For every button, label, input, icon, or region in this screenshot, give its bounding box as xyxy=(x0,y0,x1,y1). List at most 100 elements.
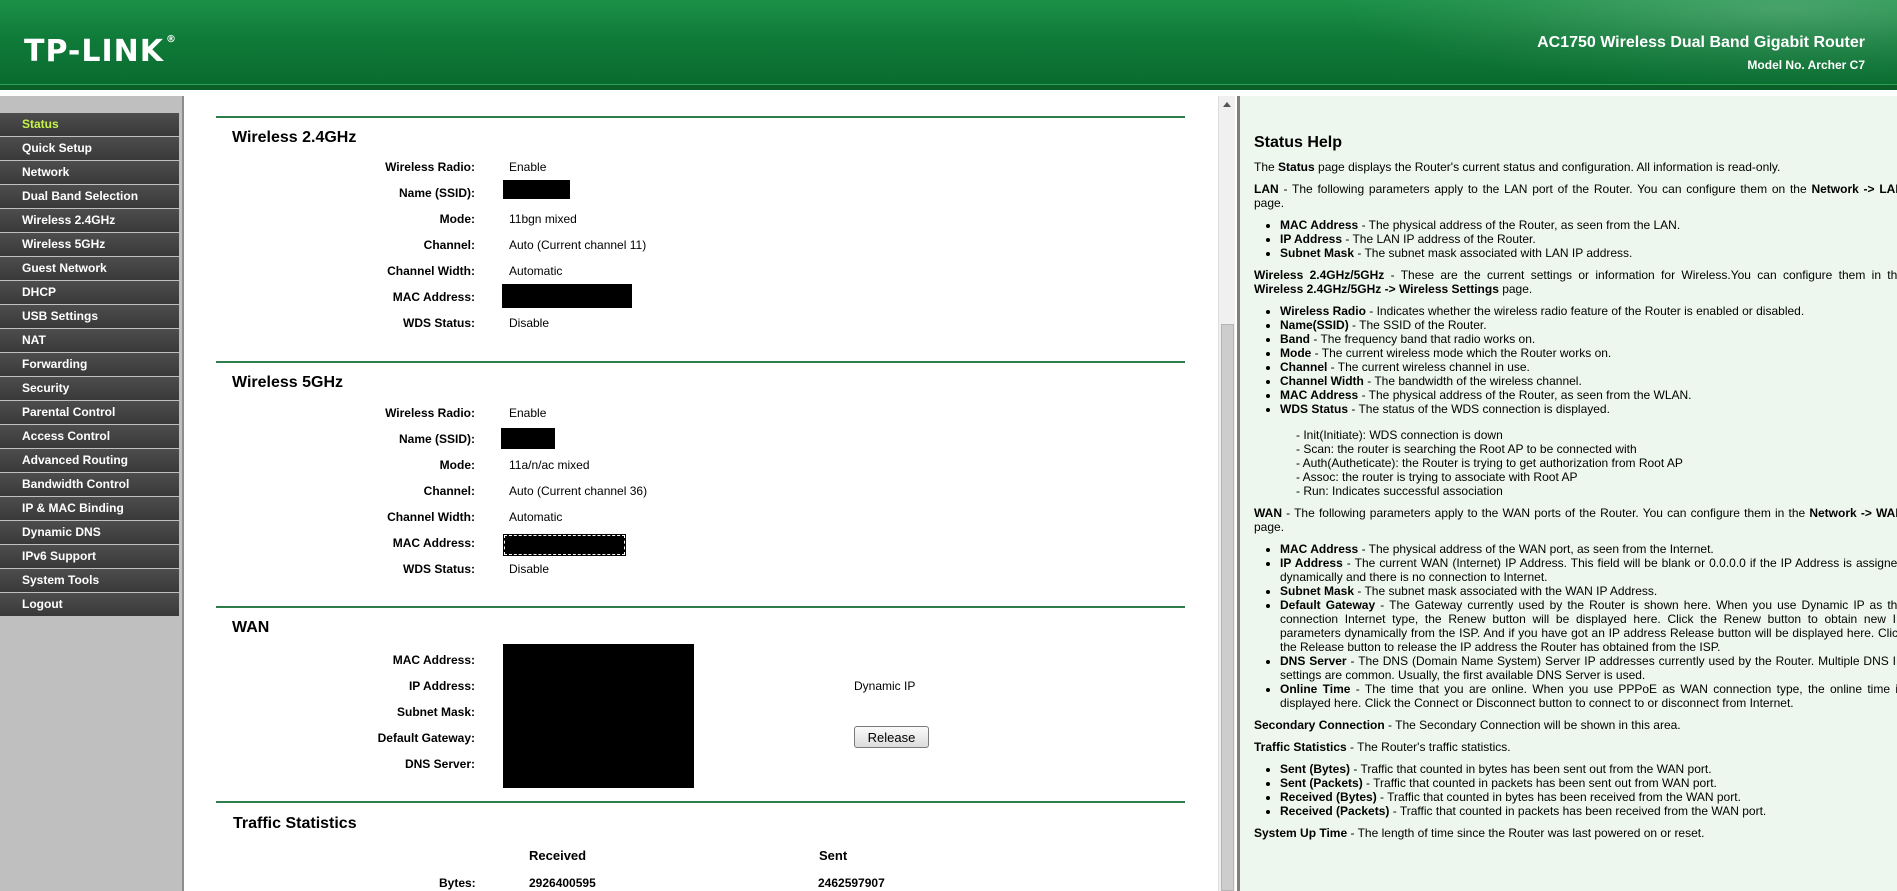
wan-title: WAN xyxy=(232,619,270,636)
help-pane: Status Help The Status page displays the… xyxy=(1240,96,1897,891)
router-title: AC1750 Wireless Dual Band Gigabit Router xyxy=(1537,34,1865,51)
list-item: - Auth(Autheticate): the Router is tryin… xyxy=(1296,456,1683,470)
model-number: Model No. Archer C7 xyxy=(1747,58,1865,72)
help-wds-states: - Init(Initiate): WDS connection is down… xyxy=(1296,428,1897,498)
wan-mac-label: MAC Address: xyxy=(392,653,475,667)
nav-item-dual-band-selection[interactable]: Dual Band Selection xyxy=(0,185,179,208)
traffic-title: Traffic Statistics xyxy=(233,815,357,832)
scroll-up-arrow-icon[interactable] xyxy=(1223,102,1231,107)
w5-mac-redacted xyxy=(503,534,626,556)
nav-item-status[interactable]: Status xyxy=(0,113,179,136)
w5-wds-label: WDS Status: xyxy=(403,562,475,576)
traffic-bytes-label: Bytes: xyxy=(439,876,476,890)
list-item: MAC Address - The physical address of th… xyxy=(1280,542,1897,556)
wan-values-redacted xyxy=(503,644,694,788)
list-item: Subnet Mask - The subnet mask associated… xyxy=(1280,584,1897,598)
sidebar: Status Quick Setup Network Dual Band Sel… xyxy=(0,96,184,891)
help-lan-list: MAC Address - The physical address of th… xyxy=(1280,218,1897,260)
help-content: Status Help The Status page displays the… xyxy=(1254,134,1897,848)
router-admin-page: TP-LINK ® AC1750 Wireless Dual Band Gigab… xyxy=(0,0,1897,891)
list-item: Band - The frequency band that radio wor… xyxy=(1280,332,1897,346)
wireless-5-title: Wireless 5GHz xyxy=(232,374,344,391)
list-item: Received (Packets) - Traffic that counte… xyxy=(1280,804,1897,818)
w24-channel-value: Auto (Current channel 11) xyxy=(509,238,647,252)
w24-wds-value: Disable xyxy=(509,316,550,330)
list-item: Sent (Packets) - Traffic that counted in… xyxy=(1280,776,1897,790)
list-item: Default Gateway - The Gateway currently … xyxy=(1280,598,1897,654)
nav-item-nat[interactable]: NAT xyxy=(0,329,179,352)
nav-item-usb-settings[interactable]: USB Settings xyxy=(0,305,179,328)
list-item: Mode - The current wireless mode which t… xyxy=(1280,346,1897,360)
nav-item-bandwidth-control[interactable]: Bandwidth Control xyxy=(0,473,179,496)
list-item: Subnet Mask - The subnet mask associated… xyxy=(1280,246,1897,260)
nav-item-quick-setup[interactable]: Quick Setup xyxy=(0,137,179,160)
w24-mac-label: MAC Address: xyxy=(392,290,475,304)
nav-item-ip-mac-binding[interactable]: IP & MAC Binding xyxy=(0,497,179,520)
w24-channel-label: Channel: xyxy=(423,238,475,252)
w24-mode-value: 11bgn mixed xyxy=(509,212,577,226)
w24-mode-label: Mode: xyxy=(439,212,475,226)
w24-radio-label: Wireless Radio: xyxy=(385,160,475,174)
list-item: Channel - The current wireless channel i… xyxy=(1280,360,1897,374)
nav-item-guest-network[interactable]: Guest Network xyxy=(0,257,179,280)
section-divider xyxy=(216,606,1185,608)
help-traffic: Traffic Statistics - The Router's traffi… xyxy=(1254,740,1511,754)
w5-width-value: Automatic xyxy=(509,510,563,524)
logo-text: TP-LINK xyxy=(24,34,165,69)
list-item: Name(SSID) - The SSID of the Router. xyxy=(1280,318,1897,332)
w5-mode-label: Mode: xyxy=(439,458,475,472)
section-divider xyxy=(216,801,1185,803)
w24-ssid-label: Name (SSID): xyxy=(398,186,475,200)
wireless-24-title: Wireless 2.4GHz xyxy=(232,129,357,146)
w24-width-label: Channel Width: xyxy=(387,264,475,278)
nav-item-network[interactable]: Network xyxy=(0,161,179,184)
w5-radio-value: Enable xyxy=(509,406,547,420)
w5-ssid-redacted xyxy=(501,428,555,449)
w5-mode-value: 11a/n/ac mixed xyxy=(509,458,590,472)
help-title: Status Help xyxy=(1254,134,1343,151)
scrollbar-thumb[interactable] xyxy=(1221,324,1234,891)
nav-item-forwarding[interactable]: Forwarding xyxy=(0,353,179,376)
list-item: IP Address - The LAN IP address of the R… xyxy=(1280,232,1897,246)
main-scrollbar[interactable] xyxy=(1218,96,1235,891)
tp-link-logo: TP-LINK ® xyxy=(24,34,177,69)
nav-item-system-tools[interactable]: System Tools xyxy=(0,569,179,592)
nav-item-parental-control[interactable]: Parental Control xyxy=(0,401,179,424)
list-item: DNS Server - The DNS (Domain Name System… xyxy=(1280,654,1897,682)
nav-item-advanced-routing[interactable]: Advanced Routing xyxy=(0,449,179,472)
nav-item-ipv6-support[interactable]: IPv6 Support xyxy=(0,545,179,568)
w5-radio-label: Wireless Radio: xyxy=(385,406,475,420)
help-uptime: System Up Time - The length of time sinc… xyxy=(1254,826,1705,840)
traffic-bytes-sent: 2462597907 xyxy=(818,876,885,890)
list-item: - Scan: the router is searching the Root… xyxy=(1296,442,1637,456)
wan-dns-label: DNS Server: xyxy=(404,757,475,771)
w5-wds-value: Disable xyxy=(509,562,550,576)
help-wireless-list: Wireless Radio - Indicates whether the w… xyxy=(1280,304,1897,416)
list-item: Wireless Radio - Indicates whether the w… xyxy=(1280,304,1897,318)
list-item: IP Address - The current WAN (Internet) … xyxy=(1280,556,1897,584)
wan-subnet-label: Subnet Mask: xyxy=(396,705,475,719)
list-item: Channel Width - The bandwidth of the wir… xyxy=(1280,374,1897,388)
help-intro: The Status page displays the Router's cu… xyxy=(1254,160,1781,174)
nav-item-access-control[interactable]: Access Control xyxy=(0,425,179,448)
nav-item-wireless-24ghz[interactable]: Wireless 2.4GHz xyxy=(0,209,179,232)
help-wan-list: MAC Address - The physical address of th… xyxy=(1280,542,1897,710)
list-item: MAC Address - The physical address of th… xyxy=(1280,388,1897,402)
nav-item-dhcp[interactable]: DHCP xyxy=(0,281,179,304)
list-item: Sent (Bytes) - Traffic that counted in b… xyxy=(1280,762,1897,776)
release-button[interactable]: Release xyxy=(854,726,929,748)
w5-channel-label: Channel: xyxy=(423,484,475,498)
list-item: - Run: Indicates successful association xyxy=(1296,484,1503,498)
nav-item-security[interactable]: Security xyxy=(0,377,179,400)
w5-channel-value: Auto (Current channel 36) xyxy=(509,484,648,498)
logo-registered-mark: ® xyxy=(166,34,178,45)
list-item: MAC Address - The physical address of th… xyxy=(1280,218,1897,232)
sidebar-nav: Status Quick Setup Network Dual Band Sel… xyxy=(0,113,179,617)
nav-item-dynamic-dns[interactable]: Dynamic DNS xyxy=(0,521,179,544)
w5-mac-label: MAC Address: xyxy=(392,536,475,550)
nav-item-wireless-5ghz[interactable]: Wireless 5GHz xyxy=(0,233,179,256)
section-divider xyxy=(216,116,1185,118)
nav-item-logout[interactable]: Logout xyxy=(0,593,179,616)
help-wan: WAN - The following parameters apply to … xyxy=(1254,506,1897,534)
list-item: Received (Bytes) - Traffic that counted … xyxy=(1280,790,1897,804)
